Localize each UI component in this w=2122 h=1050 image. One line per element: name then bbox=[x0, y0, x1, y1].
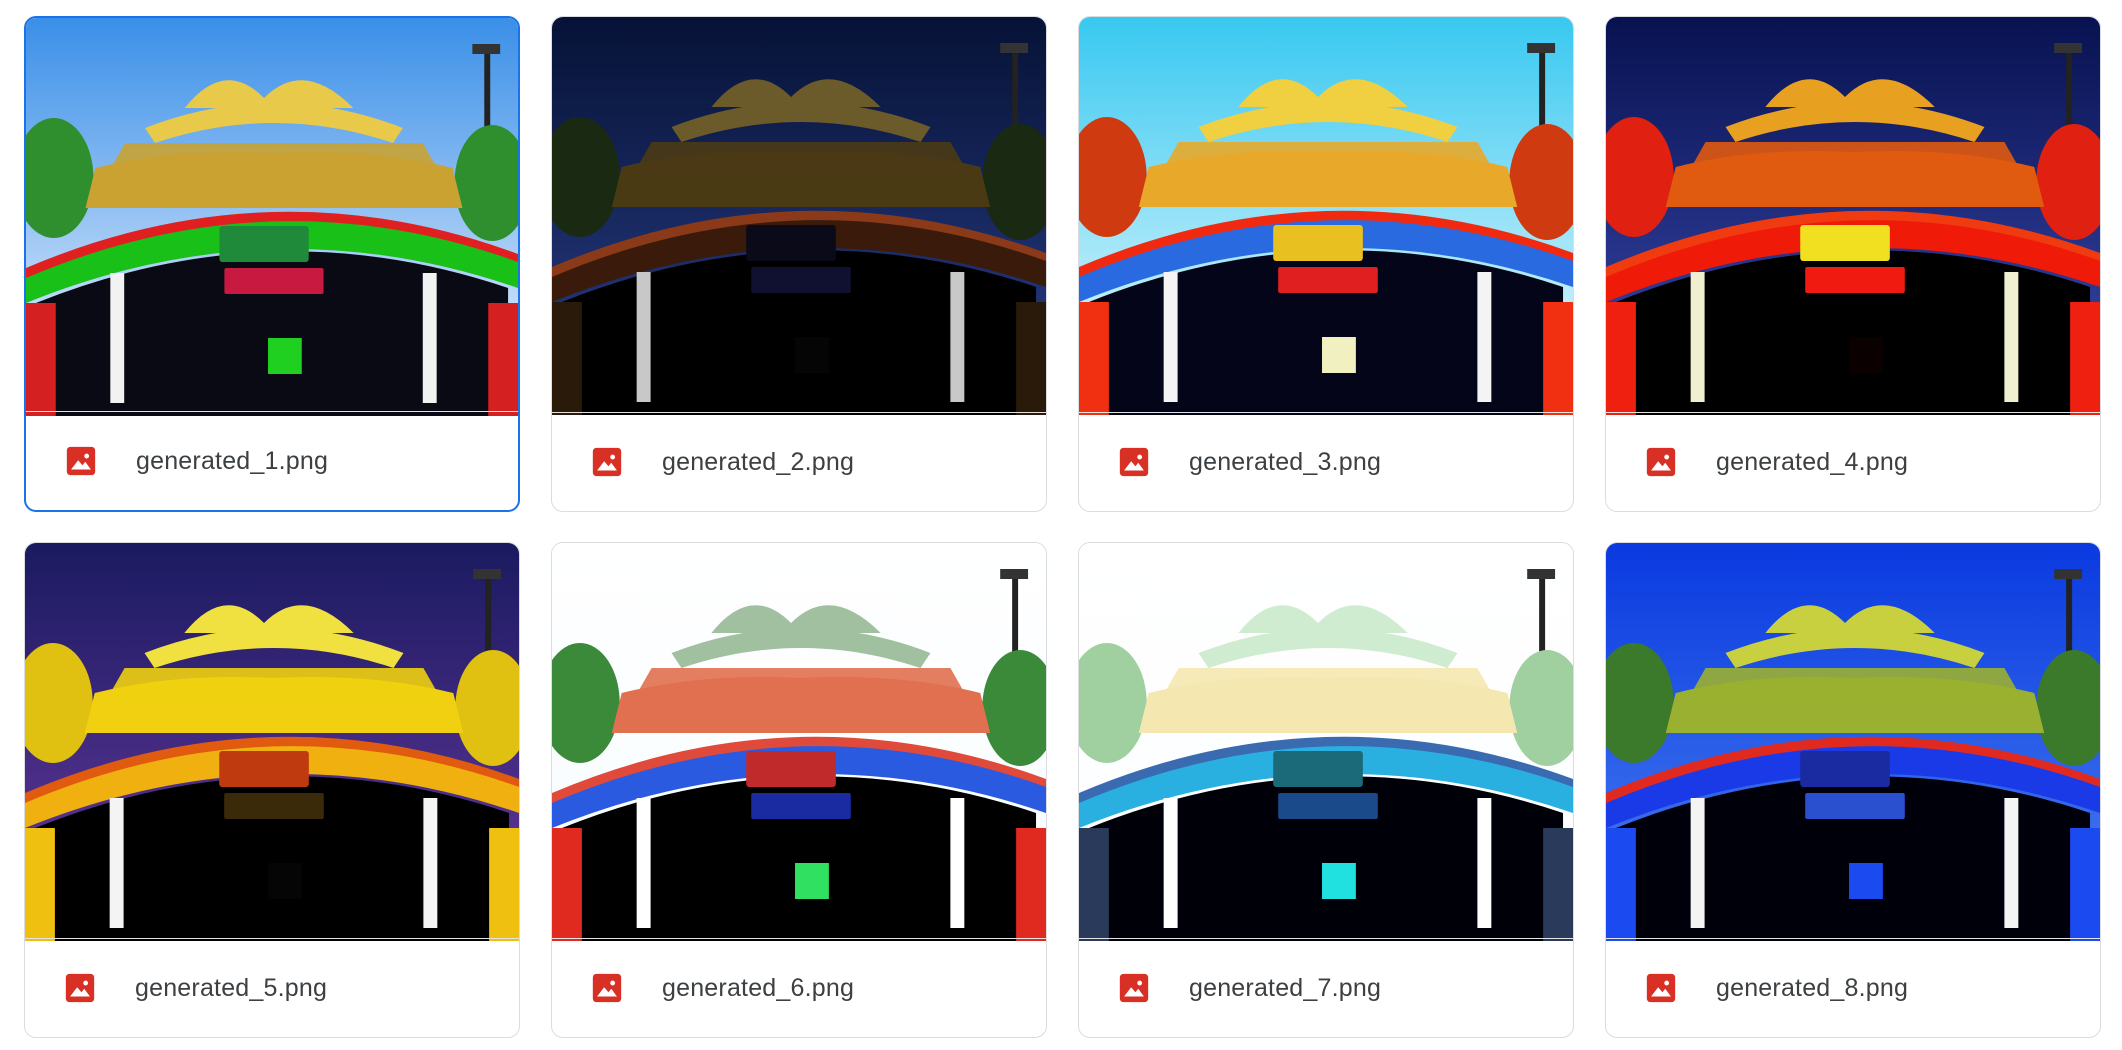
image-file-icon bbox=[590, 971, 624, 1005]
file-name: generated_8.png bbox=[1716, 973, 1909, 1002]
file-footer: generated_5.png bbox=[25, 938, 519, 1037]
file-name: generated_6.png bbox=[662, 973, 855, 1002]
file-card[interactable]: generated_4.png bbox=[1605, 16, 2101, 512]
file-footer: generated_2.png bbox=[552, 412, 1046, 511]
file-thumbnail bbox=[26, 18, 518, 416]
file-footer: generated_8.png bbox=[1606, 938, 2100, 1037]
file-footer: generated_1.png bbox=[26, 411, 518, 510]
file-name: generated_5.png bbox=[135, 973, 328, 1002]
file-name: generated_2.png bbox=[662, 447, 855, 476]
file-thumbnail bbox=[552, 17, 1046, 415]
file-thumbnail bbox=[1079, 543, 1573, 941]
file-name: generated_7.png bbox=[1189, 973, 1382, 1002]
file-name: generated_4.png bbox=[1716, 447, 1909, 476]
file-footer: generated_6.png bbox=[552, 938, 1046, 1037]
image-file-icon bbox=[1117, 971, 1151, 1005]
file-footer: generated_3.png bbox=[1079, 412, 1573, 511]
file-grid: generated_1.png generated_2.png generate… bbox=[24, 16, 2101, 1038]
file-name: generated_3.png bbox=[1189, 447, 1382, 476]
file-thumbnail bbox=[1606, 17, 2100, 415]
file-name: generated_1.png bbox=[136, 446, 329, 475]
image-file-icon bbox=[63, 971, 97, 1005]
image-file-icon bbox=[1117, 445, 1151, 479]
image-file-icon bbox=[590, 445, 624, 479]
file-thumbnail bbox=[25, 543, 519, 941]
file-thumbnail bbox=[1606, 543, 2100, 941]
image-file-icon bbox=[64, 444, 98, 478]
file-card[interactable]: generated_1.png bbox=[24, 16, 520, 512]
file-footer: generated_7.png bbox=[1079, 938, 1573, 1037]
file-footer: generated_4.png bbox=[1606, 412, 2100, 511]
image-file-icon bbox=[1644, 971, 1678, 1005]
file-card[interactable]: generated_8.png bbox=[1605, 542, 2101, 1038]
image-file-icon bbox=[1644, 445, 1678, 479]
file-thumbnail bbox=[552, 543, 1046, 941]
file-card[interactable]: generated_6.png bbox=[551, 542, 1047, 1038]
file-card[interactable]: generated_5.png bbox=[24, 542, 520, 1038]
file-card[interactable]: generated_7.png bbox=[1078, 542, 1574, 1038]
file-card[interactable]: generated_3.png bbox=[1078, 16, 1574, 512]
file-thumbnail bbox=[1079, 17, 1573, 415]
file-card[interactable]: generated_2.png bbox=[551, 16, 1047, 512]
